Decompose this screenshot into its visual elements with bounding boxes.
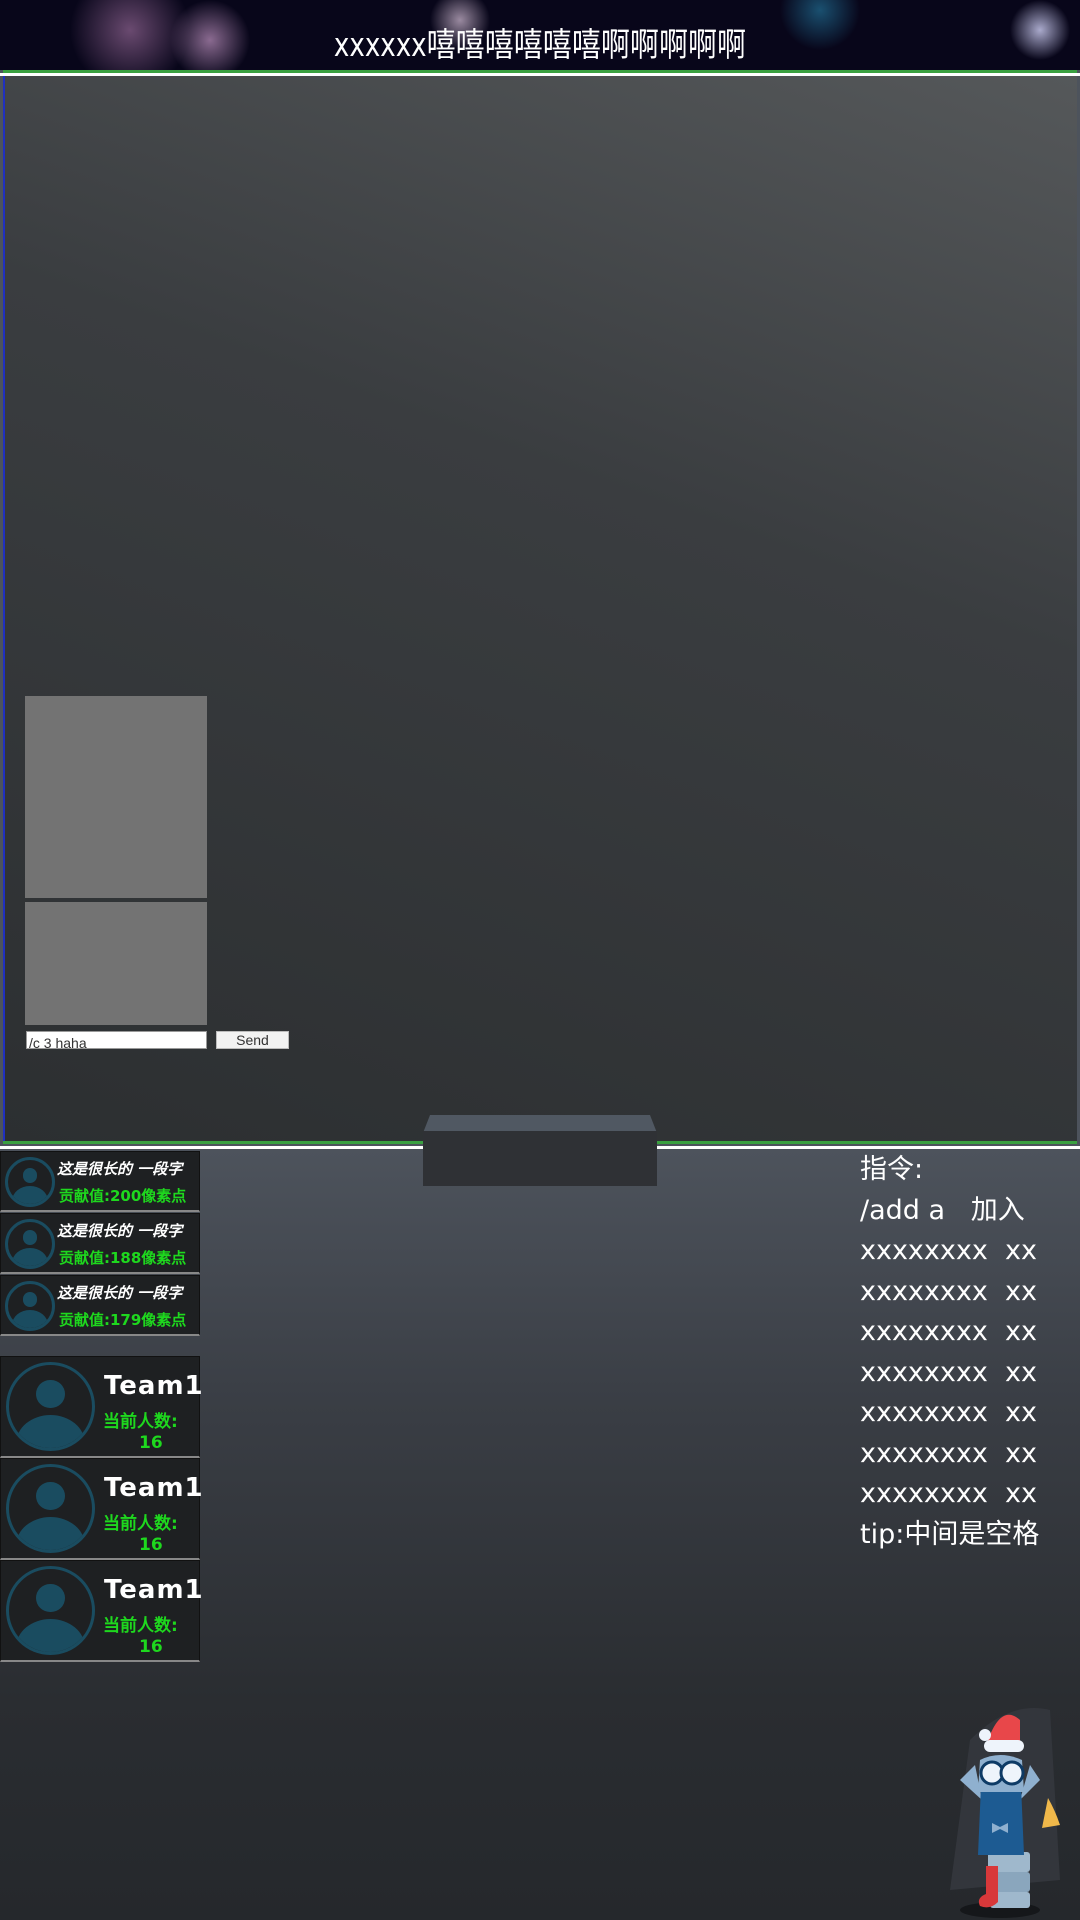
team-count: 16: [139, 1637, 163, 1657]
contributor-row: 这是很长的 一段字 贡献值:179像素点: [0, 1275, 200, 1336]
team-row: Team1 当前人数: 16: [0, 1458, 203, 1560]
send-button[interactable]: Send: [216, 1031, 289, 1049]
contributor-score: 贡献值:200像素点: [59, 1187, 187, 1205]
chat-messages-panel[interactable]: [25, 696, 207, 898]
command-line: xxxxxxxx xx: [860, 1316, 1037, 1347]
title-bar: xxxxxx嘻嘻嘻嘻嘻嘻啊啊啊啊啊: [0, 0, 1080, 70]
avatar-icon: [6, 1464, 95, 1553]
avatar-icon: [6, 1362, 95, 1451]
avatar-icon: [5, 1219, 55, 1269]
team-name: Team1: [104, 1575, 204, 1605]
team-row: Team1 当前人数: 16: [0, 1560, 203, 1662]
team-count-label: 当前人数:: [103, 1514, 178, 1534]
avatar-icon: [5, 1157, 55, 1207]
contributor-score: 贡献值:188像素点: [59, 1249, 187, 1267]
contributor-row: 这是很长的 一段字 贡献值:188像素点: [0, 1213, 200, 1274]
avatar-icon: [6, 1566, 95, 1655]
team-name: Team1: [104, 1473, 204, 1503]
team-count-label: 当前人数:: [103, 1412, 178, 1432]
command-line: /add a 加入: [860, 1194, 1025, 1226]
page-title: xxxxxx嘻嘻嘻嘻嘻嘻啊啊啊啊啊: [333, 25, 747, 64]
command-line: xxxxxxxx xx: [860, 1397, 1037, 1428]
contributor-name: 这是很长的 一段字: [57, 1222, 183, 1240]
command-line: xxxxxxxx xx: [860, 1478, 1037, 1509]
team-name: Team1: [104, 1371, 204, 1401]
contributor-score: 贡献值:179像素点: [59, 1311, 187, 1329]
command-line: xxxxxxxx xx: [860, 1275, 1037, 1307]
avatar-icon: [5, 1281, 55, 1331]
command-line: xxxxxxxx xx: [860, 1356, 1037, 1388]
command-heading: 指令:: [860, 1154, 924, 1185]
command-line: xxxxxxxx xx: [860, 1235, 1037, 1266]
team-count-label: 当前人数:: [103, 1616, 178, 1636]
contributor-name: 这是很长的 一段字: [57, 1284, 183, 1302]
team-count: 16: [139, 1433, 163, 1453]
command-help: 指令: /add a 加入 xxxxxxxx xx xxxxxxxx xx xxxxxx…: [860, 1150, 1039, 1555]
contributor-row: 这是很长的 一段字 贡献值:200像素点: [0, 1151, 200, 1212]
command-line: xxxxxxxx xx: [860, 1437, 1037, 1469]
team-row: Team1 当前人数: 16: [0, 1356, 203, 1458]
contributor-name: 这是很长的 一段字: [57, 1160, 183, 1178]
owl-mascot-icon: [950, 1708, 1060, 1918]
team-count: 16: [139, 1535, 163, 1555]
chat-secondary-panel[interactable]: [25, 902, 207, 1025]
chat-input[interactable]: /c 3 haha: [26, 1031, 207, 1049]
command-tip: tip:中间是空格: [860, 1518, 1040, 1550]
pedestal: [423, 1131, 657, 1186]
